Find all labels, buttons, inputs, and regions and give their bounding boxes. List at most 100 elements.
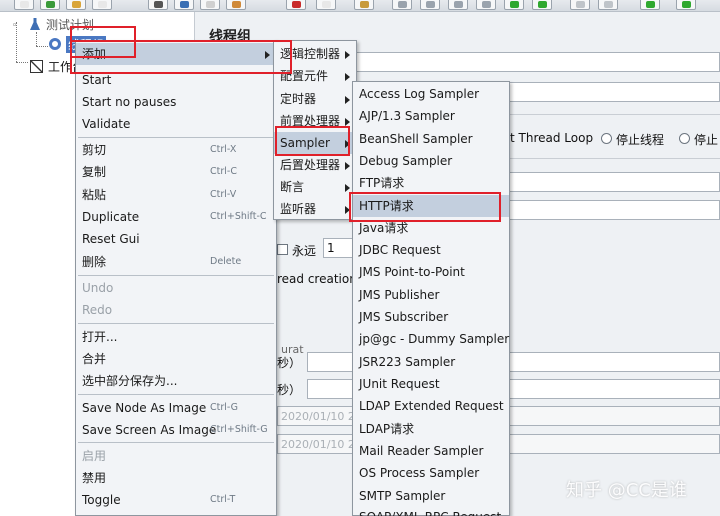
menu-item-validate[interactable]: Validate: [76, 113, 276, 135]
menu-item-cut[interactable]: 剪切 Ctrl-X: [76, 139, 276, 161]
submenu-arrow-icon: [345, 73, 350, 81]
submenu-arrow-icon: [345, 206, 350, 214]
menu-item-toggle[interactable]: Toggle Ctrl-T: [76, 489, 276, 511]
submenu-arrow-icon: [345, 140, 350, 148]
stop-test-radio[interactable]: [679, 133, 690, 144]
menu-item-label: 定时器: [280, 92, 317, 106]
menu-separator: [78, 323, 274, 324]
menu-item-label: Start no pauses: [82, 95, 177, 109]
menu-item-start[interactable]: Start: [76, 69, 276, 91]
copy-icon[interactable]: [316, 0, 336, 10]
sampler-item-mail-reader[interactable]: Mail Reader Sampler: [353, 440, 509, 462]
menu-item-label: 禁用: [82, 471, 107, 485]
menu-item-duplicate[interactable]: Duplicate Ctrl+Shift-C: [76, 206, 276, 228]
shutdown-icon[interactable]: [598, 0, 618, 10]
paste-icon[interactable]: [354, 0, 374, 10]
submenu-item-assertion[interactable]: 断言: [274, 176, 356, 198]
sampler-item-access-log[interactable]: Access Log Sampler: [353, 83, 509, 105]
sampler-item-jms-subscriber[interactable]: JMS Subscriber: [353, 306, 509, 328]
menu-item-start-no-pauses[interactable]: Start no pauses: [76, 91, 276, 113]
remote-start-all-icon[interactable]: [676, 0, 696, 10]
next-loop-label: t Thread Loop: [510, 131, 594, 145]
new-icon[interactable]: [14, 0, 34, 10]
sampler-item-debug[interactable]: Debug Sampler: [353, 150, 509, 172]
sampler-item-ajp[interactable]: AJP/1.3 Sampler: [353, 105, 509, 127]
menu-item-save-node-as-image[interactable]: Save Node As Image Ctrl-G: [76, 397, 276, 419]
menu-item-label: Debug Sampler: [359, 154, 453, 168]
menu-item-merge[interactable]: 合并: [76, 348, 276, 370]
sampler-item-jms-publisher[interactable]: JMS Publisher: [353, 284, 509, 306]
sampler-item-ldap[interactable]: LDAP请求: [353, 418, 509, 440]
open-icon[interactable]: [66, 0, 86, 10]
toggle-2-icon[interactable]: [476, 0, 496, 10]
menu-item-shortcut: Ctrl+Shift-C: [210, 211, 267, 222]
delay-label: 秒）: [277, 383, 302, 397]
menu-item-label: JMS Publisher: [359, 288, 440, 302]
sampler-item-beanshell[interactable]: BeanShell Sampler: [353, 128, 509, 150]
sampler-item-java[interactable]: Java请求: [353, 217, 509, 239]
submenu-item-timer[interactable]: 定时器: [274, 88, 356, 110]
sampler-item-smtp[interactable]: SMTP Sampler: [353, 485, 509, 507]
menu-item-open[interactable]: 打开...: [76, 326, 276, 348]
tree-expand-toggle-icon[interactable]: ◦: [12, 21, 17, 31]
undo-icon[interactable]: [200, 0, 220, 10]
menu-item-paste[interactable]: 粘贴 Ctrl-V: [76, 184, 276, 206]
sampler-item-http[interactable]: HTTP请求: [353, 195, 509, 217]
menu-item-label: Mail Reader Sampler: [359, 444, 484, 458]
menu-item-shortcut: Ctrl-V: [210, 189, 237, 200]
menu-item-delete[interactable]: 删除 Delete: [76, 251, 276, 273]
submenu-item-listener[interactable]: 监听器: [274, 198, 356, 220]
sampler-item-jms-p2p[interactable]: JMS Point-to-Point: [353, 261, 509, 283]
save-icon[interactable]: [92, 0, 112, 10]
menu-item-label: 后置处理器: [280, 158, 341, 172]
stop-thread-radio[interactable]: [601, 133, 612, 144]
menu-item-label: Toggle: [82, 493, 121, 507]
threads-field[interactable]: [509, 172, 720, 192]
menu-item-shortcut: Ctrl-T: [210, 494, 236, 505]
menu-item-disable[interactable]: 禁用: [76, 467, 276, 489]
cut-icon[interactable]: [286, 0, 306, 10]
menu-separator: [78, 394, 274, 395]
sampler-item-os-process[interactable]: OS Process Sampler: [353, 462, 509, 484]
menu-item-label: 剪切: [82, 143, 107, 157]
submenu-item-sampler[interactable]: Sampler: [274, 132, 356, 154]
tree-node-test-plan[interactable]: 测试计划: [46, 16, 94, 33]
menu-item-label: 删除: [82, 255, 107, 269]
sampler-item-jdbc[interactable]: JDBC Request: [353, 239, 509, 261]
templates-icon[interactable]: [40, 0, 60, 10]
forever-checkbox[interactable]: [277, 244, 288, 255]
submenu-item-pre-processor[interactable]: 前置处理器: [274, 110, 356, 132]
start-no-pause-icon[interactable]: [532, 0, 552, 10]
sampler-item-soap[interactable]: SOAP/XML-RPC Request: [353, 507, 509, 516]
toggle-icon[interactable]: [448, 0, 468, 10]
menu-item-label: JUnit Request: [359, 377, 440, 391]
redo-icon[interactable]: [226, 0, 246, 10]
submenu-item-logic-controller[interactable]: 逻辑控制器: [274, 43, 356, 65]
start-icon[interactable]: [504, 0, 524, 10]
collapse-icon[interactable]: [420, 0, 440, 10]
save-as-icon[interactable]: [148, 0, 168, 10]
menu-item-add[interactable]: 添加: [76, 43, 276, 65]
remote-start-icon[interactable]: [640, 0, 660, 10]
ramp-up-field[interactable]: [509, 200, 720, 220]
submenu-item-config-element[interactable]: 配置元件: [274, 65, 356, 87]
submenu-arrow-icon: [345, 51, 350, 59]
revert-icon[interactable]: [174, 0, 194, 10]
sampler-item-ftp[interactable]: FTP请求: [353, 172, 509, 194]
menu-item-copy[interactable]: 复制 Ctrl-C: [76, 161, 276, 183]
menu-item-save-screen-as-image[interactable]: Save Screen As Image Ctrl+Shift-G: [76, 419, 276, 441]
sampler-item-jsr223[interactable]: JSR223 Sampler: [353, 351, 509, 373]
sampler-item-junit[interactable]: JUnit Request: [353, 373, 509, 395]
menu-item-label: 选中部分保存为...: [82, 374, 178, 388]
test-plan-icon: [30, 18, 40, 30]
sampler-item-dummy[interactable]: jp@gc - Dummy Sampler: [353, 328, 509, 350]
menu-item-label: OS Process Sampler: [359, 466, 480, 480]
submenu-item-post-processor[interactable]: 后置处理器: [274, 154, 356, 176]
expand-icon[interactable]: [392, 0, 412, 10]
menu-item-label: Sampler: [280, 136, 330, 150]
menu-item-shortcut: Ctrl-X: [210, 144, 237, 155]
menu-item-save-selection-as[interactable]: 选中部分保存为...: [76, 370, 276, 392]
stop-icon[interactable]: [570, 0, 590, 10]
sampler-item-ldap-extended[interactable]: LDAP Extended Request: [353, 395, 509, 417]
menu-item-reset-gui[interactable]: Reset Gui: [76, 228, 276, 250]
